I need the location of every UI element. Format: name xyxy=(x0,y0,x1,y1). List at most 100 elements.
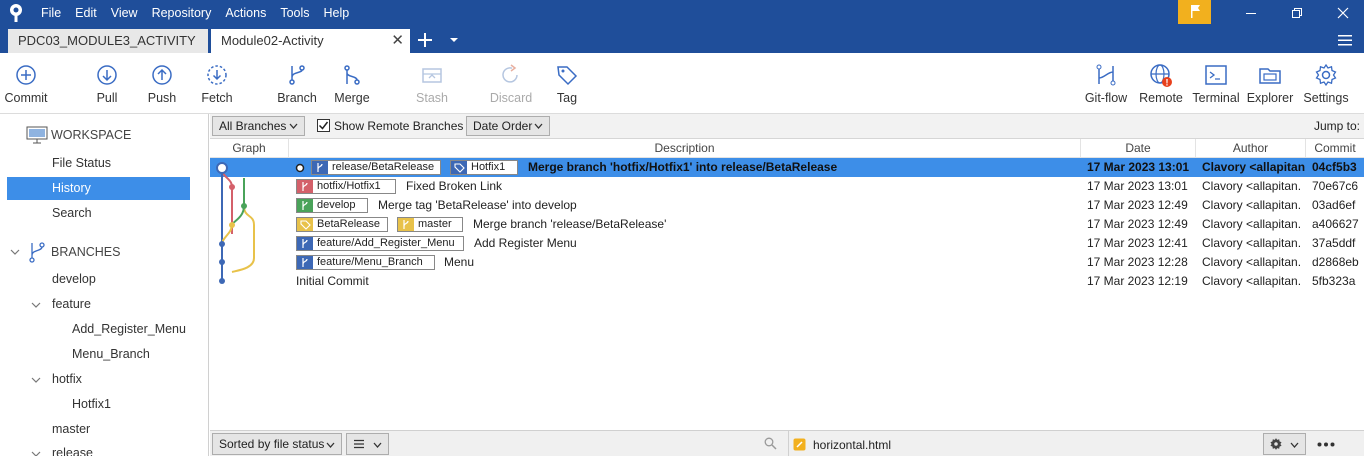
menu-repository[interactable]: Repository xyxy=(145,0,219,26)
table-row[interactable]: develop Merge tag 'BetaRelease' into dev… xyxy=(210,196,1364,215)
branch-badge[interactable]: master xyxy=(397,217,463,232)
search-icon[interactable] xyxy=(764,437,777,450)
notification-button[interactable] xyxy=(1178,0,1211,24)
branch-badge[interactable]: feature/Menu_Branch xyxy=(296,255,435,270)
file-options-dropdown[interactable] xyxy=(1263,433,1306,455)
branch-badge[interactable]: develop xyxy=(296,198,368,213)
branch-filter-value: All Branches xyxy=(219,119,287,133)
terminal-icon xyxy=(1205,65,1227,85)
badge-label: hotfix/Hotfix1 xyxy=(317,180,381,192)
sidebar-item-hotfix1[interactable]: Hotfix1 xyxy=(7,393,190,416)
column-description[interactable]: Description xyxy=(289,139,1081,158)
settings-button[interactable]: Settings xyxy=(1302,53,1350,114)
table-row[interactable]: BetaRelease master Merge branch 'release… xyxy=(210,215,1364,234)
column-graph[interactable]: Graph xyxy=(210,139,289,158)
branch-icon xyxy=(297,237,313,250)
tab-module02[interactable]: Module02-Activity ✕ xyxy=(211,29,410,53)
tag-badge[interactable]: BetaRelease xyxy=(296,217,388,232)
table-row[interactable]: feature/Menu_Branch Menu 17 Mar 2023 12:… xyxy=(210,253,1364,272)
push-button[interactable]: Push xyxy=(141,53,183,114)
list-icon xyxy=(354,439,364,449)
branch-button[interactable]: Branch xyxy=(274,53,320,114)
table-row[interactable]: Initial Commit 17 Mar 2023 12:19 Clavory… xyxy=(210,272,1364,291)
commit-message: Merge branch 'hotfix/Hotfix1' into relea… xyxy=(528,160,838,174)
minimize-button[interactable] xyxy=(1228,0,1274,26)
push-label: Push xyxy=(147,91,177,105)
menu-tools[interactable]: Tools xyxy=(273,0,316,26)
branch-icon xyxy=(289,65,305,85)
branch-badge[interactable]: release/BetaRelease xyxy=(311,160,441,175)
menu-help[interactable]: Help xyxy=(317,0,357,26)
commit-label: Commit xyxy=(4,91,48,105)
sourcetree-logo-icon xyxy=(10,4,22,22)
sidebar-item-release[interactable]: release xyxy=(7,442,190,456)
column-date[interactable]: Date xyxy=(1081,139,1196,158)
checkmark-icon xyxy=(318,121,329,130)
head-indicator-icon xyxy=(295,163,305,173)
close-window-button[interactable] xyxy=(1320,0,1364,26)
stash-button[interactable]: Stash xyxy=(410,53,454,114)
commit-hash: 37a5ddf xyxy=(1312,236,1356,250)
settings-label: Settings xyxy=(1303,91,1349,105)
close-tab-icon[interactable]: ✕ xyxy=(391,29,404,53)
new-tab-icon[interactable] xyxy=(414,29,436,51)
explorer-button[interactable]: Explorer xyxy=(1246,53,1294,114)
restore-button[interactable] xyxy=(1274,0,1320,26)
merge-button[interactable]: Merge xyxy=(330,53,374,114)
terminal-button[interactable]: Terminal xyxy=(1190,53,1242,114)
gitflow-button[interactable]: Git-flow xyxy=(1082,53,1130,114)
tag-badge[interactable]: Hotfix1 xyxy=(450,160,518,175)
branch-badge[interactable]: hotfix/Hotfix1 xyxy=(296,179,396,194)
view-mode-dropdown[interactable] xyxy=(346,433,389,455)
order-dropdown[interactable]: Date Order xyxy=(466,116,550,136)
fetch-button[interactable]: Fetch xyxy=(196,53,238,114)
branch-badge[interactable]: feature/Add_Register_Menu xyxy=(296,236,464,251)
table-row[interactable]: hotfix/Hotfix1 Fixed Broken Link 17 Mar … xyxy=(210,177,1364,196)
chevron-down-icon xyxy=(326,442,335,448)
sort-dropdown[interactable]: Sorted by file status xyxy=(212,433,342,455)
show-remote-checkbox[interactable] xyxy=(317,119,330,132)
sidebar-item-hotfix[interactable]: hotfix xyxy=(7,368,190,391)
sidebar-item-master[interactable]: master xyxy=(7,418,190,441)
table-row[interactable]: feature/Add_Register_Menu Add Register M… xyxy=(210,234,1364,253)
remote-label: Remote xyxy=(1139,91,1183,105)
sidebar-item-file-status[interactable]: File Status xyxy=(7,152,190,175)
menu-actions[interactable]: Actions xyxy=(218,0,273,26)
sidebar-item-search[interactable]: Search xyxy=(7,202,190,225)
file-icon xyxy=(793,438,806,451)
commit-date: 17 Mar 2023 12:49 xyxy=(1087,198,1188,212)
chevron-down-icon[interactable] xyxy=(448,35,460,45)
table-row[interactable]: release/BetaRelease Hotfix1 Merge branch… xyxy=(210,158,1364,177)
sidebar-item-history[interactable]: History xyxy=(7,177,190,200)
pull-label: Pull xyxy=(96,91,118,105)
chevron-down-icon xyxy=(1290,442,1299,448)
menu-view[interactable]: View xyxy=(104,0,145,26)
sidebar-item-feature[interactable]: feature xyxy=(7,293,190,316)
commit-button[interactable]: Commit xyxy=(0,53,52,114)
branch-icon xyxy=(398,218,414,231)
discard-button[interactable]: Discard xyxy=(488,53,534,114)
menu-edit[interactable]: Edit xyxy=(68,0,104,26)
branches-header[interactable]: BRANCHES xyxy=(0,239,208,265)
pull-button[interactable]: Pull xyxy=(86,53,128,114)
merge-icon xyxy=(344,65,360,85)
commit-message: Initial Commit xyxy=(296,274,369,288)
tab-pdc03[interactable]: PDC03_MODULE3_ACTIVITY xyxy=(8,29,208,53)
sidebar-item-develop[interactable]: develop xyxy=(7,268,190,291)
column-author[interactable]: Author xyxy=(1196,139,1306,158)
tag-button[interactable]: Tag xyxy=(550,53,584,114)
menu-file[interactable]: File xyxy=(34,0,68,26)
toolbar: Commit Pull Push Fetch Branch Merge Stas… xyxy=(0,53,1364,114)
remote-button[interactable]: ! Remote xyxy=(1138,53,1184,114)
branch-icon xyxy=(312,161,328,174)
column-commit[interactable]: Commit xyxy=(1306,139,1364,158)
sidebar-item-menu-branch[interactable]: Menu_Branch xyxy=(7,343,190,366)
tab-label: PDC03_MODULE3_ACTIVITY xyxy=(18,33,196,48)
branch-icon xyxy=(297,256,313,269)
branch-filter-dropdown[interactable]: All Branches xyxy=(212,116,305,136)
sidebar-item-add-register-menu[interactable]: Add_Register_Menu xyxy=(7,318,190,341)
folder-icon xyxy=(1259,68,1281,84)
hamburger-menu-icon[interactable] xyxy=(1336,32,1354,48)
jump-to-label[interactable]: Jump to: xyxy=(1314,119,1360,133)
more-options-icon[interactable] xyxy=(1317,442,1335,447)
